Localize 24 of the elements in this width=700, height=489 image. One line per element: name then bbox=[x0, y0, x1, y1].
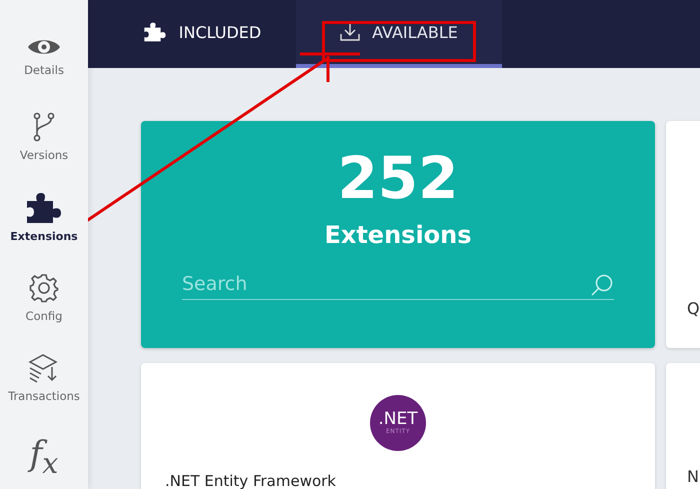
search-icon bbox=[590, 273, 614, 297]
puzzle-icon bbox=[142, 22, 167, 42]
function-icon: f$_{x}$ bbox=[30, 437, 58, 478]
search-field[interactable]: Search bbox=[182, 273, 614, 300]
tab[interactable]: INCLUDED bbox=[108, 0, 296, 68]
extension-count: 252 bbox=[337, 149, 459, 207]
layers-icon bbox=[28, 352, 60, 383]
puzzle-icon bbox=[25, 192, 63, 224]
sidebar-item[interactable]: Versions bbox=[0, 106, 88, 168]
card-text: N bbox=[687, 467, 699, 486]
extension-card[interactable]: N bbox=[666, 363, 700, 489]
sidebar-item[interactable]: Config bbox=[0, 266, 88, 329]
branch-icon bbox=[33, 112, 55, 142]
count-label: Extensions bbox=[324, 221, 472, 249]
tab[interactable]: AVAILABLE bbox=[296, 0, 502, 68]
sidebar-item[interactable]: Transactions bbox=[0, 346, 88, 409]
extension-card[interactable]: Q bbox=[666, 121, 700, 348]
download-icon bbox=[340, 23, 360, 41]
extension-title: .NET Entity Framework bbox=[165, 472, 336, 489]
sidebar-item[interactable]: Extensions bbox=[0, 186, 88, 249]
card-text: Q bbox=[687, 299, 700, 318]
gear-icon bbox=[29, 272, 59, 303]
sidebar-item[interactable]: Details bbox=[0, 26, 88, 88]
sidebar-item[interactable]: f$_{x}$ bbox=[0, 426, 88, 489]
